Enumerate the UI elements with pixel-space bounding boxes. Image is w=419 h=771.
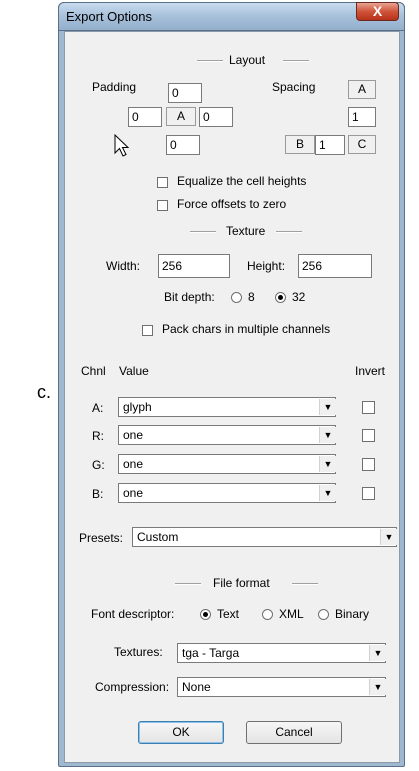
channel-r-invert-checkbox[interactable]: [362, 429, 375, 442]
bit-depth-label: Bit depth:: [164, 290, 215, 304]
divider: [292, 583, 318, 585]
pack-channels-checkbox[interactable]: [142, 325, 153, 336]
width-label: Width:: [106, 259, 141, 273]
divider: [190, 231, 216, 233]
font-descriptor-label: Font descriptor:: [91, 607, 175, 621]
spacing-label: Spacing: [272, 80, 316, 94]
equalize-heights-label: Equalize the cell heights: [177, 174, 307, 188]
chevron-down-icon[interactable]: ▼: [369, 679, 386, 695]
close-button[interactable]: X: [356, 2, 399, 21]
spacing-b-box: B: [285, 135, 315, 154]
height-input[interactable]: 256: [298, 254, 372, 278]
channel-label: R:: [92, 429, 104, 443]
chevron-down-icon[interactable]: ▼: [319, 399, 336, 415]
divider: [283, 60, 309, 62]
channel-a-invert-checkbox[interactable]: [362, 401, 375, 414]
mouse-pointer-icon: [114, 134, 130, 157]
layout-section-title: Layout: [229, 53, 266, 67]
chevron-down-icon[interactable]: ▼: [380, 529, 397, 545]
channel-label: G:: [92, 458, 105, 472]
padding-center-box: A: [166, 107, 196, 126]
equalize-heights-checkbox[interactable]: [157, 177, 168, 188]
figure-caption: c.: [37, 382, 52, 402]
close-icon: X: [372, 3, 383, 19]
descriptor-text-label: Text: [217, 607, 240, 621]
bit-depth-32-radio[interactable]: [275, 292, 286, 303]
spacing-a-box: A: [348, 80, 376, 99]
channel-value: one: [123, 428, 144, 442]
chevron-down-icon[interactable]: ▼: [319, 485, 336, 501]
presets-value: Custom: [137, 530, 179, 544]
window-title: Export Options: [66, 9, 152, 24]
channel-a-value-select[interactable]: glyph: [118, 397, 336, 417]
spacing-horizontal-input[interactable]: 1: [315, 135, 345, 155]
presets-label: Presets:: [79, 531, 124, 545]
divider: [276, 231, 302, 233]
spacing-c-box: C: [348, 135, 376, 154]
divider: [175, 583, 201, 585]
presets-select[interactable]: Custom: [132, 527, 397, 547]
textures-label: Textures:: [114, 645, 163, 659]
chnl-header: Chnl: [81, 364, 106, 378]
invert-header: Invert: [355, 364, 386, 378]
channel-value: one: [123, 457, 144, 471]
bit-depth-8-radio[interactable]: [231, 292, 242, 303]
descriptor-xml-label: XML: [279, 607, 304, 621]
chevron-down-icon[interactable]: ▼: [319, 427, 336, 443]
compression-label: Compression:: [95, 680, 170, 694]
padding-bottom-input[interactable]: 0: [166, 135, 200, 155]
ok-button[interactable]: OK: [138, 721, 224, 744]
bit-depth-8-label: 8: [248, 290, 255, 304]
value-header: Value: [119, 364, 149, 378]
compression-select[interactable]: None: [177, 677, 386, 697]
padding-top-input[interactable]: 0: [168, 83, 202, 103]
channel-label: B:: [92, 487, 104, 501]
descriptor-text-radio[interactable]: [200, 609, 211, 620]
cancel-button[interactable]: Cancel: [246, 721, 342, 744]
channel-r-value-select[interactable]: one: [118, 425, 336, 445]
divider: [197, 60, 223, 62]
channel-g-value-select[interactable]: one: [118, 454, 336, 474]
textures-select[interactable]: tga - Targa: [177, 643, 386, 663]
channel-value: one: [123, 486, 144, 500]
chevron-down-icon[interactable]: ▼: [369, 645, 386, 661]
height-label: Height:: [247, 259, 286, 273]
width-input[interactable]: 256: [158, 254, 230, 278]
textures-value: tga - Targa: [182, 646, 240, 660]
bit-depth-32-label: 32: [292, 290, 306, 304]
texture-section-title: Texture: [226, 224, 266, 238]
descriptor-binary-label: Binary: [335, 607, 370, 621]
compression-value: None: [182, 680, 211, 694]
padding-left-input[interactable]: 0: [128, 107, 162, 127]
descriptor-binary-radio[interactable]: [318, 609, 329, 620]
file-format-section-title: File format: [213, 576, 270, 590]
padding-label: Padding: [92, 80, 137, 94]
padding-right-input[interactable]: 0: [199, 107, 233, 127]
channel-label: A:: [92, 401, 104, 415]
channel-g-invert-checkbox[interactable]: [362, 458, 375, 471]
channel-b-value-select[interactable]: one: [118, 483, 336, 503]
channel-value: glyph: [123, 400, 152, 414]
spacing-vertical-input[interactable]: 1: [348, 107, 376, 127]
chevron-down-icon[interactable]: ▼: [319, 456, 336, 472]
force-offsets-label: Force offsets to zero: [177, 197, 287, 211]
descriptor-xml-radio[interactable]: [262, 609, 273, 620]
force-offsets-checkbox[interactable]: [157, 200, 168, 211]
channel-b-invert-checkbox[interactable]: [362, 487, 375, 500]
pack-channels-label: Pack chars in multiple channels: [162, 322, 331, 336]
